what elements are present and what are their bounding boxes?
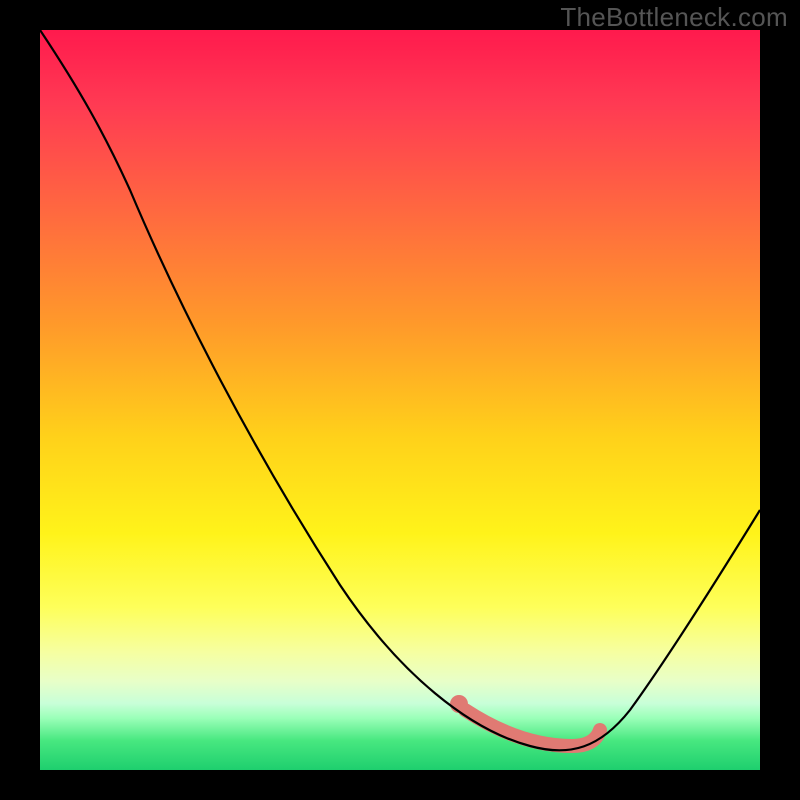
curve-layer — [40, 30, 760, 770]
watermark-text: TheBottleneck.com — [560, 2, 788, 33]
chart-container: TheBottleneck.com — [0, 0, 800, 800]
bottleneck-curve — [40, 30, 760, 750]
plot-area — [40, 30, 760, 770]
